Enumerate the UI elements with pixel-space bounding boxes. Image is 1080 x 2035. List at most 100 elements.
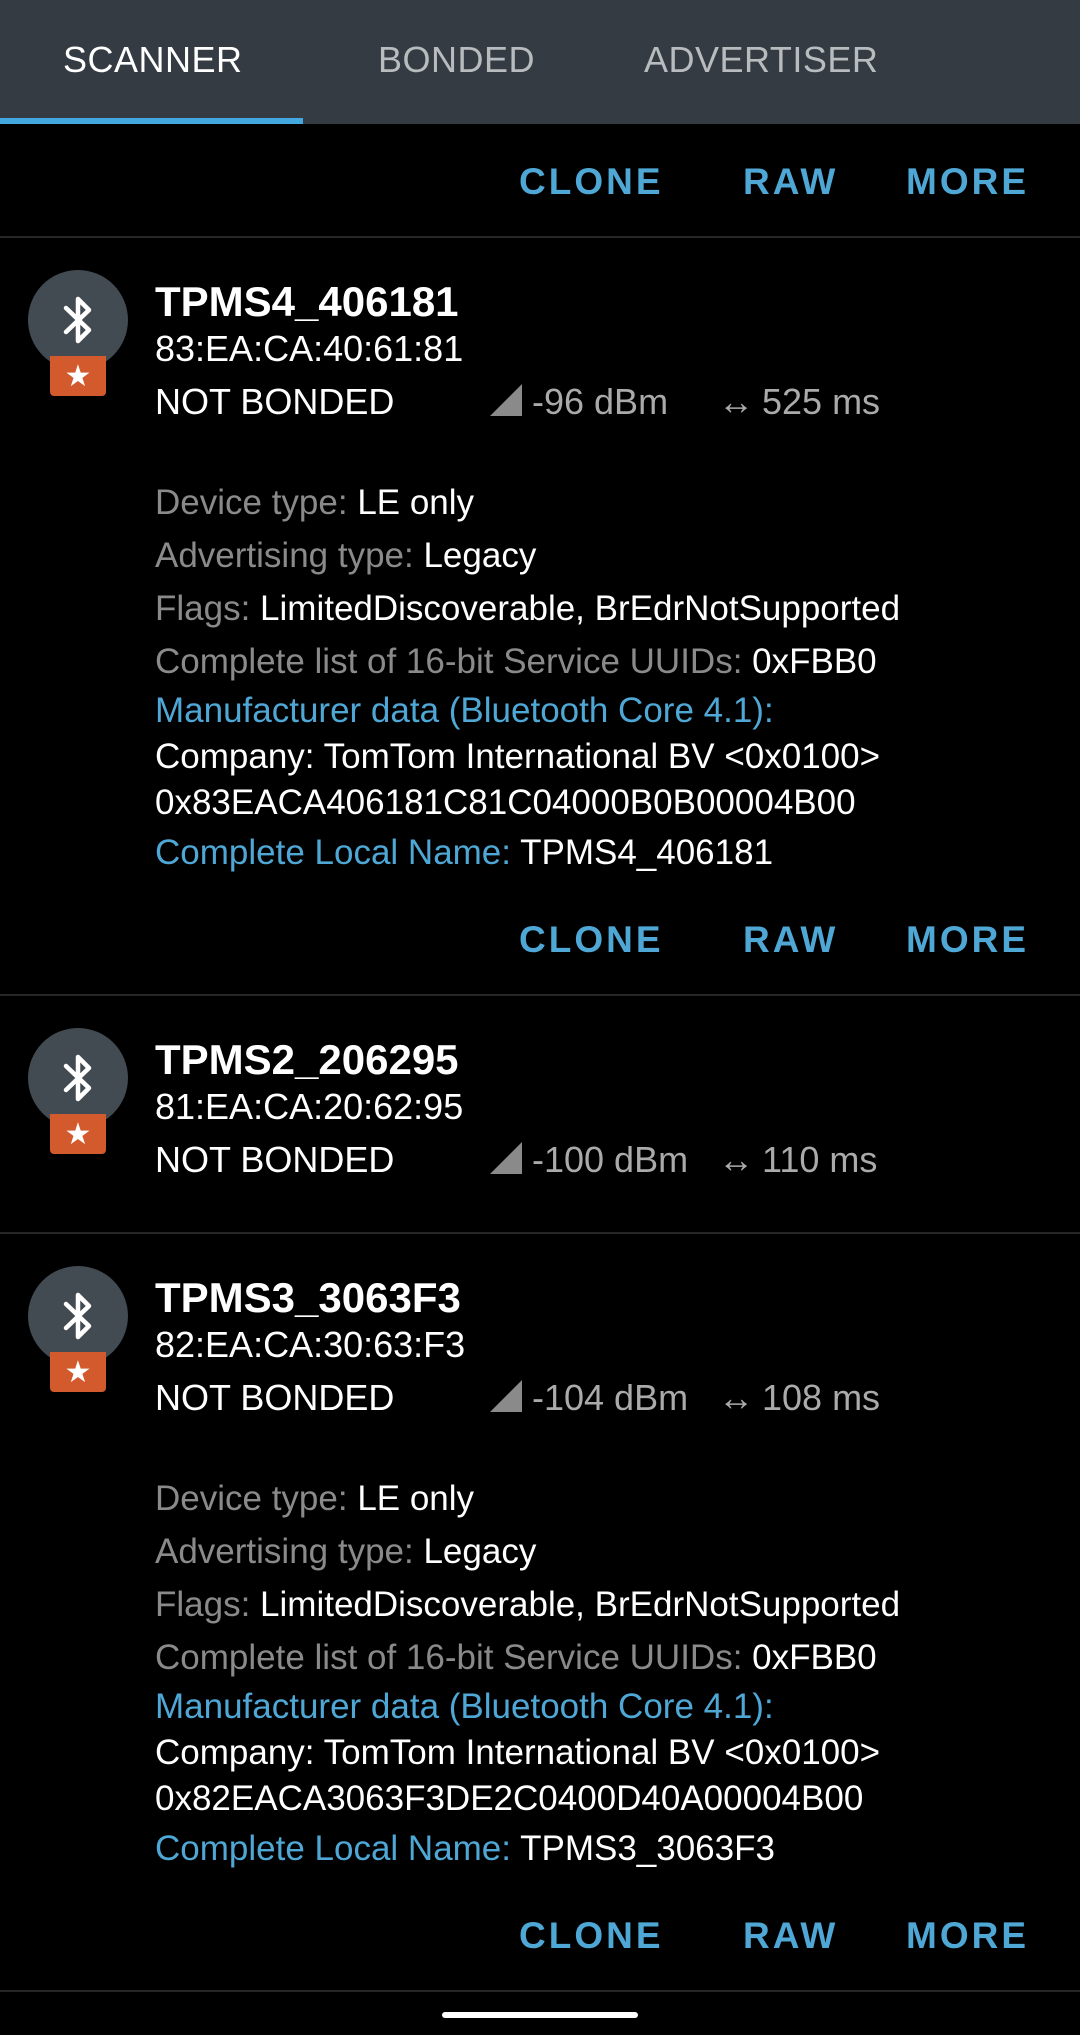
divider [0,1232,1080,1234]
uuids-value: 0xFBB0 [752,642,877,681]
device-avatar: ★ [28,1028,128,1158]
local-name-value: TPMS3_3063F3 [520,1829,775,1868]
device-name: TPMS4_406181 [155,278,459,325]
manufacturer-company: Company: TomTom International BV <0x0100… [155,734,1065,780]
tab-advertiser[interactable]: ADVERTISER [644,0,878,120]
bluetooth-icon [28,1266,128,1366]
flags-value: LimitedDiscoverable, BrEdrNotSupported [260,1585,901,1624]
rssi: -96 dBm [490,381,668,423]
interval-value: 108 ms [762,1377,881,1418]
local-name-label: Complete Local Name: [155,833,521,872]
device-address: 82:EA:CA:30:63:F3 [155,1324,466,1365]
manufacturer-company: Company: TomTom International BV <0x0100… [155,1730,1065,1776]
device-type-value: LE only [357,483,475,522]
tab-bonded[interactable]: BONDED [378,0,535,120]
manufacturer-raw-value: 0x82EACA3063F3DE2C0400D40A00004B00 [155,1779,864,1818]
device-address: 81:EA:CA:20:62:95 [155,1086,464,1127]
manufacturer-data-line: Manufacturer data (Bluetooth Core 4.1): [155,1684,1065,1730]
adv-type-label: Advertising type: [155,1532,424,1571]
adv-type-line: Advertising type: Legacy [155,1525,1065,1578]
bond-state: NOT BONDED [155,381,395,422]
rssi: -104 dBm [490,1377,688,1419]
manufacturer-data-label: Manufacturer data (Bluetooth Core 4.1): [155,1687,774,1726]
bluetooth-icon [28,270,128,370]
device-details: Device type: LE only Advertising type: L… [155,476,1065,879]
tab-bar: SCANNER BONDED ADVERTISER [0,0,1080,124]
adv-type-line: Advertising type: Legacy [155,529,1065,582]
device-name: TPMS3_3063F3 [155,1274,461,1321]
favorite-badge-icon: ★ [50,356,106,396]
tab-indicator [0,118,303,124]
manufacturer-company-value: Company: TomTom International BV <0x0100… [155,737,881,776]
more-button[interactable]: MORE [906,142,1029,222]
flags-line: Flags: LimitedDiscoverable, BrEdrNotSupp… [155,1578,1065,1631]
rssi-value: -104 dBm [532,1377,689,1418]
more-button[interactable]: MORE [906,900,1029,980]
rssi-value: -96 dBm [532,381,669,422]
manufacturer-data-line: Manufacturer data (Bluetooth Core 4.1): [155,688,1065,734]
clone-button[interactable]: CLONE [519,142,664,222]
manufacturer-raw: 0x83EACA406181C81C04000B0B00004B00 [155,780,1065,826]
local-name-line: Complete Local Name: TPMS4_406181 [155,826,1065,879]
favorite-badge-icon: ★ [50,1352,106,1392]
interval-icon: ↔ [718,1377,754,1418]
signal-icon [490,1380,522,1412]
adv-type-value: Legacy [423,1532,537,1571]
divider [0,1990,1080,1992]
device-avatar: ★ [28,1266,128,1396]
bond-state: NOT BONDED [155,1139,395,1180]
clone-button[interactable]: CLONE [519,900,664,980]
device-actions: CLONE RAW MORE [0,900,1080,980]
device-actions: CLONE RAW MORE [0,1896,1080,1976]
flags-line: Flags: LimitedDiscoverable, BrEdrNotSupp… [155,582,1065,635]
manufacturer-raw: 0x82EACA3063F3DE2C0400D40A00004B00 [155,1776,1065,1822]
rssi-value: -100 dBm [532,1139,689,1180]
device-type-label: Device type: [155,1479,358,1518]
interval-icon: ↔ [718,1139,754,1180]
signal-icon [490,384,522,416]
local-name-label: Complete Local Name: [155,1829,521,1868]
interval-icon: ↔ [718,381,754,422]
home-indicator[interactable] [442,2012,638,2018]
raw-button[interactable]: RAW [743,900,838,980]
uuids-line: Complete list of 16-bit Service UUIDs: 0… [155,635,1065,688]
device-actions: CLONE RAW MORE [0,142,1080,222]
local-name-value: TPMS4_406181 [520,833,774,872]
device-type-value: LE only [357,1479,475,1518]
uuids-value: 0xFBB0 [752,1638,877,1677]
tab-scanner[interactable]: SCANNER [63,0,243,120]
raw-button[interactable]: RAW [743,142,838,222]
adv-type-label: Advertising type: [155,536,424,575]
raw-button[interactable]: RAW [743,1896,838,1976]
device-type-line: Device type: LE only [155,1472,1065,1525]
bluetooth-icon [28,1028,128,1128]
clone-button[interactable]: CLONE [519,1896,664,1976]
divider [0,994,1080,996]
interval: ↔ 108 ms [718,1377,880,1419]
flags-label: Flags: [155,589,261,628]
interval: ↔ 525 ms [718,381,880,423]
uuids-label: Complete list of 16-bit Service UUIDs: [155,1638,753,1677]
more-button[interactable]: MORE [906,1896,1029,1976]
device-type-label: Device type: [155,483,358,522]
manufacturer-company-value: Company: TomTom International BV <0x0100… [155,1733,881,1772]
uuids-label: Complete list of 16-bit Service UUIDs: [155,642,753,681]
local-name-line: Complete Local Name: TPMS3_3063F3 [155,1822,1065,1875]
signal-icon [490,1142,522,1174]
device-avatar: ★ [28,270,128,400]
device-address: 83:EA:CA:40:61:81 [155,328,464,369]
interval: ↔ 110 ms [718,1139,877,1181]
device-name: TPMS2_206295 [155,1036,459,1083]
favorite-badge-icon: ★ [50,1114,106,1154]
flags-label: Flags: [155,1585,261,1624]
flags-value: LimitedDiscoverable, BrEdrNotSupported [260,589,901,628]
interval-value: 110 ms [762,1139,878,1180]
uuids-line: Complete list of 16-bit Service UUIDs: 0… [155,1631,1065,1684]
adv-type-value: Legacy [423,536,537,575]
divider [0,236,1080,238]
manufacturer-data-label: Manufacturer data (Bluetooth Core 4.1): [155,691,774,730]
device-type-line: Device type: LE only [155,476,1065,529]
rssi: -100 dBm [490,1139,688,1181]
manufacturer-raw-value: 0x83EACA406181C81C04000B0B00004B00 [155,783,856,822]
device-details: Device type: LE only Advertising type: L… [155,1472,1065,1875]
